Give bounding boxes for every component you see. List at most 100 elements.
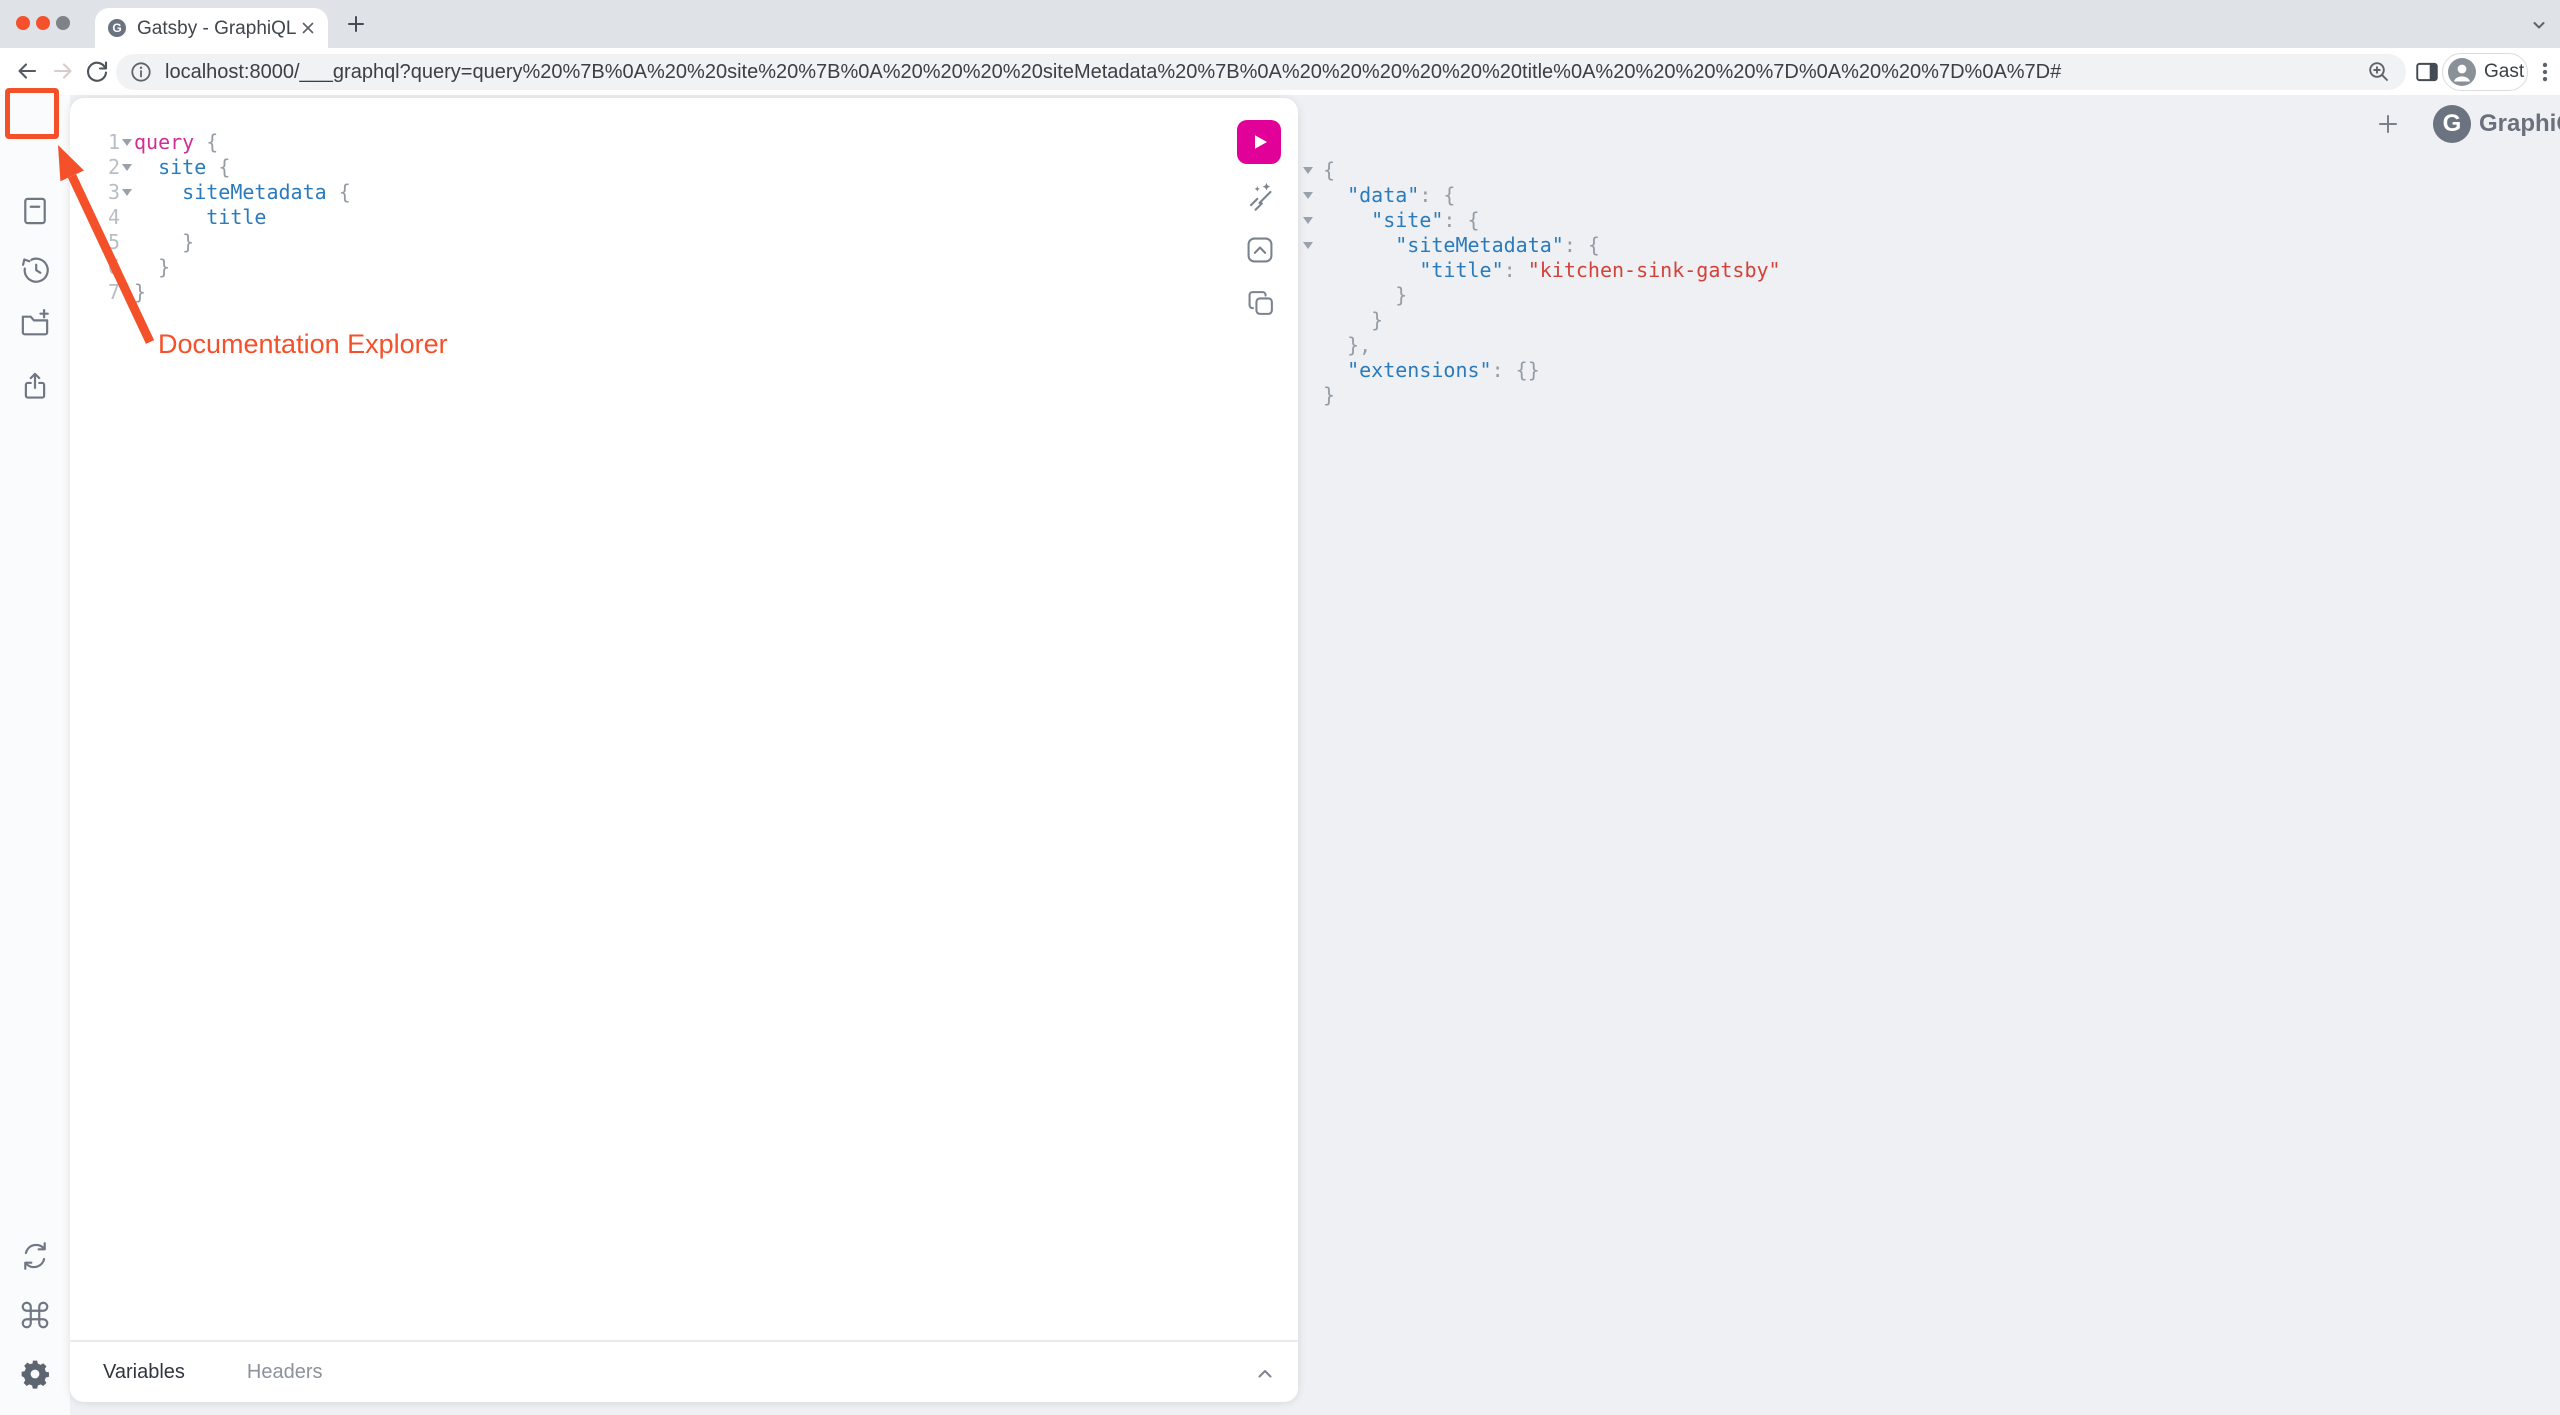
open-collection-icon[interactable] <box>18 307 52 341</box>
code-text: } <box>1323 383 1335 408</box>
share-icon[interactable] <box>18 369 52 403</box>
browser-menu-button[interactable] <box>2532 59 2558 85</box>
code-text: query { <box>134 130 218 155</box>
shortcuts-icon[interactable] <box>18 1298 52 1332</box>
fold-toggle[interactable] <box>120 180 134 205</box>
query-code-line[interactable]: 5 } <box>70 230 351 255</box>
fold-toggle[interactable] <box>1303 208 1323 233</box>
tab-close-icon[interactable] <box>300 20 316 36</box>
fold-toggle[interactable] <box>120 130 134 155</box>
code-text: } <box>134 280 146 305</box>
zoom-indicator-icon[interactable] <box>2366 59 2392 85</box>
response-viewer: { "data": { "site": { "siteMetadata": { … <box>1303 158 1781 408</box>
code-text: "extensions": {} <box>1323 358 1540 383</box>
line-number: 4 <box>70 205 120 230</box>
tab-title: Gatsby - GraphiQL <box>137 18 296 40</box>
fold-toggle <box>120 230 134 255</box>
code-text: "data": { <box>1323 183 1455 208</box>
response-code-line: } <box>1303 383 1781 408</box>
window-zoom-button[interactable] <box>56 16 70 30</box>
query-code-line[interactable]: 2 site { <box>70 155 351 180</box>
site-info-icon[interactable] <box>129 60 153 84</box>
response-code-line: "title": "kitchen-sink-gatsby" <box>1303 258 1781 283</box>
code-text: { <box>1323 158 1335 183</box>
tab-strip: G Gatsby - GraphiQL <box>0 0 2560 48</box>
reload-button[interactable] <box>84 58 110 84</box>
line-number: 7 <box>70 280 120 305</box>
query-code-line[interactable]: 3 siteMetadata { <box>70 180 351 205</box>
query-code-line[interactable]: 1 query { <box>70 130 351 155</box>
line-number: 3 <box>70 180 120 205</box>
fold-toggle[interactable] <box>1303 158 1323 183</box>
variables-tab[interactable]: Variables <box>103 1361 185 1384</box>
graphiql-app: 1query {2 site {3 siteMetadata {4 title5… <box>0 95 2560 1415</box>
code-text: } <box>1323 308 1383 333</box>
response-code-line: "data": { <box>1303 183 1781 208</box>
tab-favicon-gatsby-icon: G <box>108 19 126 37</box>
response-code-line: } <box>1303 308 1781 333</box>
fold-toggle[interactable] <box>1303 233 1323 258</box>
fold-toggle <box>120 255 134 280</box>
fold-toggle <box>120 205 134 230</box>
fold-toggle <box>1303 383 1323 408</box>
code-text: "siteMetadata": { <box>1323 233 1600 258</box>
query-code-line[interactable]: 4 title <box>70 205 351 230</box>
forward-button[interactable] <box>50 58 76 84</box>
line-number: 5 <box>70 230 120 255</box>
add-tab-button[interactable] <box>2375 111 2401 137</box>
response-code-line: "siteMetadata": { <box>1303 233 1781 258</box>
code-text: "site": { <box>1323 208 1480 233</box>
side-panel-button[interactable] <box>2414 59 2440 85</box>
query-editor[interactable]: 1query {2 site {3 siteMetadata {4 title5… <box>70 130 351 305</box>
tab-search-chevron-icon[interactable] <box>2528 14 2550 36</box>
fold-toggle <box>1303 358 1323 383</box>
response-code-line: "site": { <box>1303 208 1781 233</box>
query-code-line[interactable]: 7} <box>70 280 351 305</box>
query-session-pane: 1query {2 site {3 siteMetadata {4 title5… <box>70 98 1298 1402</box>
address-bar[interactable]: localhost:8000/___graphql?query=query%20… <box>116 54 2406 90</box>
graphiql-logo-label: GraphiQL <box>2479 110 2560 138</box>
code-text: } <box>134 230 194 255</box>
collapse-editor-tools-icon[interactable] <box>1254 1363 1276 1385</box>
execute-query-button[interactable] <box>1237 120 1281 164</box>
copy-icon[interactable] <box>1245 287 1277 319</box>
response-code-line: { <box>1303 158 1781 183</box>
profile-button[interactable]: Gast <box>2442 53 2528 91</box>
url-text: localhost:8000/___graphql?query=query%20… <box>165 61 2366 84</box>
annotation-label: Documentation Explorer <box>158 329 448 360</box>
code-text: } <box>134 255 170 280</box>
line-number: 1 <box>70 130 120 155</box>
line-number: 2 <box>70 155 120 180</box>
code-text: }, <box>1323 333 1371 358</box>
window-minimize-button[interactable] <box>36 16 50 30</box>
settings-icon[interactable] <box>18 1357 52 1391</box>
response-code-line: "extensions": {} <box>1303 358 1781 383</box>
fold-toggle <box>1303 283 1323 308</box>
docs-explorer-icon[interactable] <box>18 194 52 228</box>
headers-tab[interactable]: Headers <box>247 1361 323 1384</box>
fold-toggle[interactable] <box>120 155 134 180</box>
response-code-line: } <box>1303 283 1781 308</box>
profile-label: Gast <box>2484 61 2524 83</box>
screen: G Gatsby - GraphiQL <box>0 0 2560 1415</box>
code-text: siteMetadata { <box>134 180 351 205</box>
fold-toggle <box>1303 333 1323 358</box>
code-text: title <box>134 205 266 230</box>
fold-toggle <box>1303 308 1323 333</box>
back-button[interactable] <box>14 58 40 84</box>
fold-toggle <box>120 280 134 305</box>
browser-toolbar: localhost:8000/___graphql?query=query%20… <box>0 48 2560 95</box>
code-text: } <box>1323 283 1407 308</box>
prettify-icon[interactable] <box>1243 180 1275 212</box>
play-icon <box>1244 127 1274 157</box>
query-code-line[interactable]: 6 } <box>70 255 351 280</box>
fold-toggle[interactable] <box>1303 183 1323 208</box>
history-icon[interactable] <box>18 252 52 286</box>
graphiql-logo-icon: G <box>2433 105 2471 143</box>
new-tab-button[interactable] <box>345 13 367 35</box>
code-text: site { <box>134 155 230 180</box>
refetch-schema-icon[interactable] <box>18 1239 52 1273</box>
window-close-button[interactable] <box>16 16 30 30</box>
merge-icon[interactable] <box>1244 234 1276 266</box>
browser-tab[interactable]: G Gatsby - GraphiQL <box>95 8 328 48</box>
